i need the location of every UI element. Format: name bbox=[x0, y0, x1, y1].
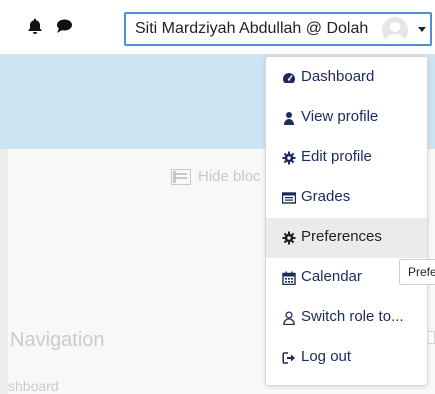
chat-bubble-icon[interactable] bbox=[55, 17, 73, 35]
tachometer-icon bbox=[282, 71, 296, 85]
top-navbar: Siti Mardziyah Abdullah @ Dolah bbox=[0, 0, 435, 54]
outdent-icon bbox=[171, 169, 191, 185]
bell-icon[interactable] bbox=[26, 17, 44, 35]
chevron-down-icon bbox=[418, 27, 426, 32]
menu-item-switch-role[interactable]: Switch role to... bbox=[266, 298, 427, 338]
menu-item-grades[interactable]: Grades bbox=[266, 178, 427, 218]
user-dropdown-menu: Dashboard View profile Edit profile Grad… bbox=[265, 56, 428, 386]
user-menu-toggle[interactable]: Siti Mardziyah Abdullah @ Dolah bbox=[124, 12, 432, 46]
sign-out-icon bbox=[282, 351, 296, 365]
hide-blocks-label: Hide bloc bbox=[198, 168, 261, 185]
cog-icon bbox=[282, 151, 296, 165]
navigation-dashboard-link[interactable]: shboard bbox=[8, 378, 59, 394]
menu-item-log-out[interactable]: Log out bbox=[266, 338, 427, 378]
default-avatar-icon bbox=[382, 17, 408, 43]
wrench-icon bbox=[282, 231, 296, 245]
preferences-tooltip: Prefe bbox=[399, 259, 435, 285]
left-drawer-edge bbox=[0, 149, 8, 394]
user-outline-icon bbox=[282, 311, 296, 325]
menu-item-view-profile[interactable]: View profile bbox=[266, 98, 427, 138]
menu-item-edit-profile[interactable]: Edit profile bbox=[266, 138, 427, 178]
menu-item-preferences[interactable]: Preferences bbox=[266, 218, 427, 258]
calendar-icon bbox=[282, 271, 296, 285]
menu-item-dashboard[interactable]: Dashboard bbox=[266, 58, 427, 98]
table-icon bbox=[282, 191, 296, 205]
user-name: Siti Mardziyah Abdullah @ Dolah bbox=[135, 20, 369, 37]
user-icon bbox=[282, 111, 296, 125]
navigation-block-heading: Navigation bbox=[10, 329, 105, 351]
